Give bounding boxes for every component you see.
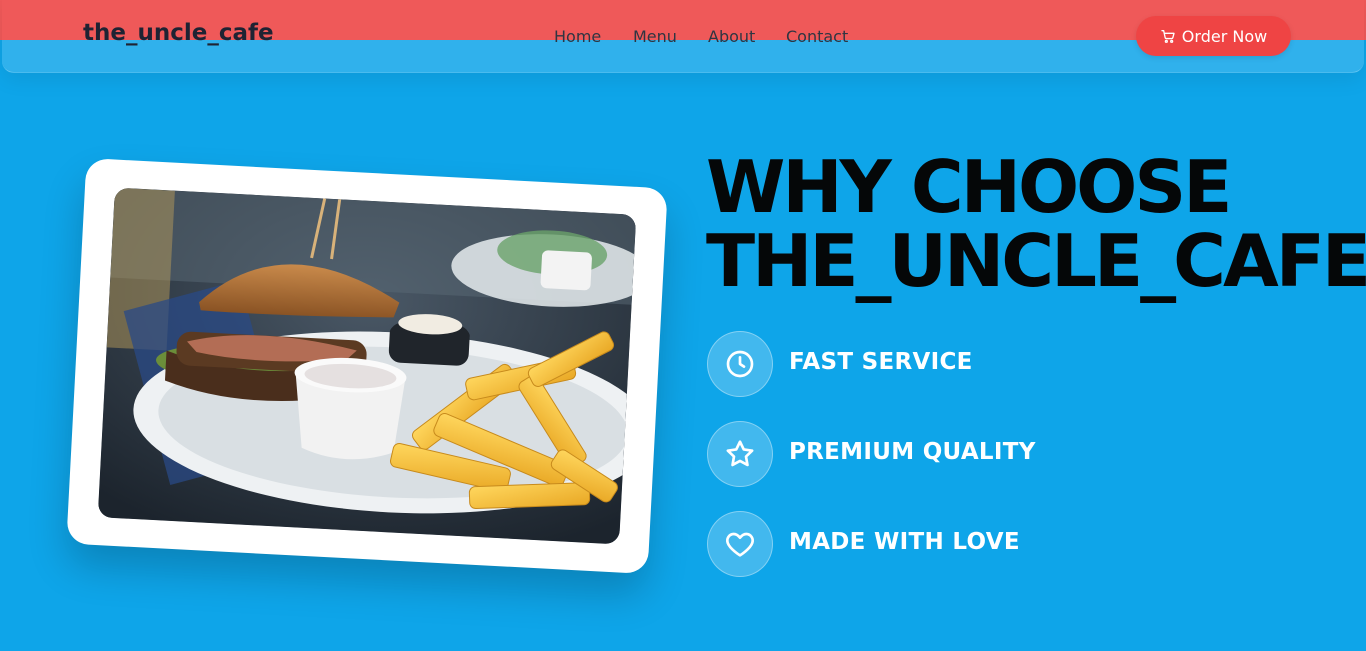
feature-label: FAST SERVICE <box>789 349 973 375</box>
food-photo <box>97 187 637 545</box>
feature-icon-circle <box>707 421 773 487</box>
order-now-button[interactable]: Order Now <box>1136 16 1291 56</box>
feature-label: PREMIUM QUALITY <box>789 439 1036 465</box>
nav-link-contact[interactable]: Contact <box>786 27 848 46</box>
feature-icon-circle <box>707 511 773 577</box>
feature-label: MADE WITH LOVE <box>789 529 1020 555</box>
cart-icon <box>1161 30 1175 43</box>
brand-logo[interactable]: the_uncle_cafe <box>83 20 274 46</box>
burger-and-fries-photo <box>97 187 637 545</box>
nav-link-home[interactable]: Home <box>554 27 601 46</box>
clock-icon <box>726 350 754 378</box>
heart-icon <box>726 532 754 557</box>
headline-line-2: THE_UNCLE_CAFE? <box>706 219 1366 303</box>
nav-link-about[interactable]: About <box>708 27 755 46</box>
star-icon <box>726 440 754 467</box>
hero-headline: WHY CHOOSE THE_UNCLE_CAFE? <box>706 150 1366 298</box>
navbar: the_uncle_cafe Home Menu About Contact O… <box>2 0 1364 73</box>
nav-link-menu[interactable]: Menu <box>633 27 677 46</box>
photo-card <box>66 158 668 574</box>
order-now-label: Order Now <box>1181 26 1268 46</box>
feature-fast-service: FAST SERVICE <box>707 331 1307 397</box>
feature-icon-circle <box>707 331 773 397</box>
feature-made-with-love: MADE WITH LOVE <box>707 511 1307 577</box>
feature-premium-quality: PREMIUM QUALITY <box>707 421 1307 487</box>
headline-line-1: WHY CHOOSE <box>706 145 1232 229</box>
